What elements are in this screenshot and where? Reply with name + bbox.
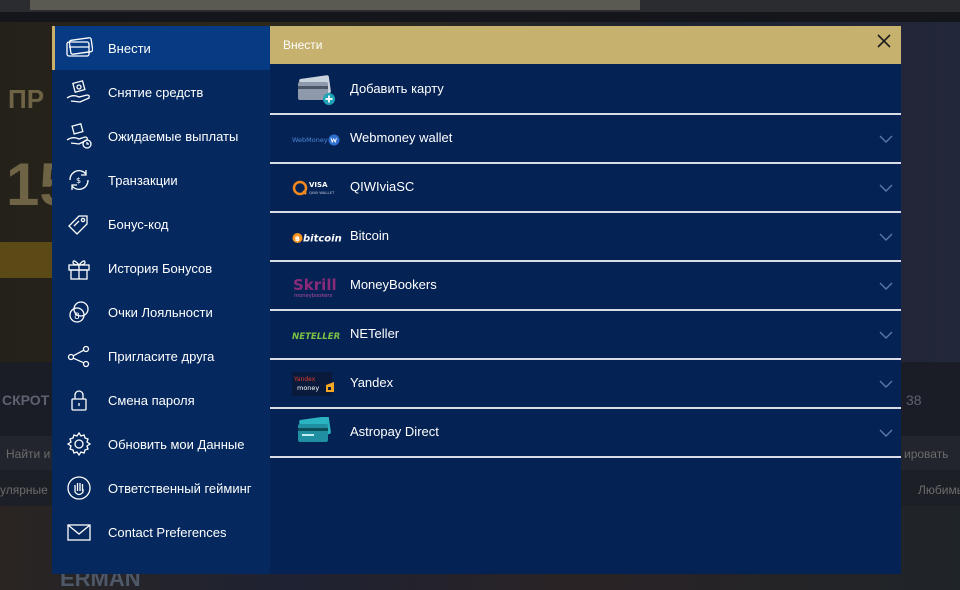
payment-method-yandex[interactable]: Yandex money Yandex bbox=[270, 360, 901, 409]
neteller-logo-text: NETELLER bbox=[292, 332, 340, 342]
envelope-icon bbox=[65, 518, 93, 546]
qiwi-visa-logo: VISA QIWI WALLET bbox=[292, 172, 344, 204]
payment-method-label: Astropay Direct bbox=[350, 424, 439, 439]
payment-method-webmoney[interactable]: WebMoney Webmoney wallet bbox=[270, 115, 901, 164]
background-tab-favorites: Любимы bbox=[918, 483, 960, 497]
sidebar-item-label: Бонус-код bbox=[108, 216, 169, 232]
yandex-money-logo: Yandex money bbox=[292, 368, 344, 400]
sidebar-item-label: История Бонусов bbox=[108, 260, 213, 276]
panel-title: Внести bbox=[283, 38, 323, 52]
bitcoin-logo-text: bitcoin bbox=[303, 234, 342, 245]
gear-icon bbox=[65, 430, 93, 458]
payment-method-label: QIWIviaSC bbox=[350, 179, 415, 194]
chevron-down-icon[interactable] bbox=[879, 135, 893, 143]
hand-clock-icon bbox=[65, 122, 93, 150]
sidebar-item-label: Обновить мои Данные bbox=[108, 436, 245, 452]
bitcoin-logo: ฿ bitcoin bbox=[292, 221, 344, 253]
credit-card-icon bbox=[65, 34, 93, 62]
chevron-down-icon[interactable] bbox=[879, 233, 893, 241]
payment-method-qiwi[interactable]: VISA QIWI WALLET QIWIviaSC bbox=[270, 164, 901, 213]
payment-method-label: Добавить карту bbox=[350, 81, 444, 96]
sidebar-item-label: Пригласите друга bbox=[108, 348, 215, 364]
hand-stop-icon bbox=[65, 474, 93, 502]
payment-method-label: NETeller bbox=[350, 326, 400, 341]
sidebar-item-label: Ответственный гейминг bbox=[108, 480, 252, 496]
chevron-down-icon[interactable] bbox=[879, 380, 893, 388]
sidebar-item-label: Смена пароля bbox=[108, 392, 195, 408]
sidebar-item-bonus-history[interactable]: История Бонусов bbox=[52, 246, 270, 290]
add-card-icon bbox=[292, 74, 344, 106]
sidebar-item-withdraw[interactable]: Снятие средств bbox=[52, 70, 270, 114]
background-top-strip bbox=[30, 0, 640, 10]
neteller-logo: NETELLER bbox=[292, 319, 344, 351]
close-icon[interactable] bbox=[873, 30, 895, 52]
sidebar-item-label: Ожидаемые выплаты bbox=[108, 128, 239, 144]
background-hero-button bbox=[0, 242, 60, 278]
sidebar-item-invite-friend[interactable]: Пригласите друга bbox=[52, 334, 270, 378]
transfer-arrows-icon: $ bbox=[65, 166, 93, 194]
background-sort-text: ировать bbox=[904, 447, 949, 461]
background-band-count: 38 bbox=[906, 392, 922, 408]
svg-text:$: $ bbox=[76, 176, 81, 185]
yandex-money-text: money bbox=[297, 384, 319, 392]
sidebar-item-label: Contact Preferences bbox=[108, 524, 227, 540]
deposit-panel: Внести Добавить карту WebMoney Webmoney … bbox=[270, 26, 901, 574]
moneybookers-logo-text: moneybookers bbox=[294, 293, 333, 299]
chevron-down-icon[interactable] bbox=[879, 331, 893, 339]
sidebar-item-deposit[interactable]: Внести bbox=[52, 26, 270, 70]
webmoney-logo-text: WebMoney bbox=[292, 136, 328, 144]
payment-method-bitcoin[interactable]: ฿ bitcoin Bitcoin bbox=[270, 213, 901, 262]
sidebar-item-loyalty-points[interactable]: 8 Очки Лояльности bbox=[52, 290, 270, 334]
payment-method-label: Webmoney wallet bbox=[350, 130, 453, 145]
payment-method-label: Bitcoin bbox=[350, 228, 390, 243]
chevron-down-icon[interactable] bbox=[879, 429, 893, 437]
yandex-logo-text: Yandex bbox=[293, 376, 316, 383]
chevron-down-icon[interactable] bbox=[879, 282, 893, 290]
skrill-logo: Skrill moneybookers bbox=[292, 270, 344, 302]
cashier-modal: Внести Снятие средств Ожидаемые выплаты … bbox=[52, 26, 901, 574]
panel-header: Внести bbox=[270, 26, 901, 64]
chevron-down-icon[interactable] bbox=[879, 184, 893, 192]
background-search-text: Найти и bbox=[6, 447, 51, 461]
astropay-card-logo bbox=[292, 417, 344, 449]
payment-method-skrill[interactable]: Skrill moneybookers MoneyBookers bbox=[270, 262, 901, 311]
payment-method-label: MoneyBookers bbox=[350, 277, 437, 292]
sidebar-item-change-password[interactable]: Смена пароля bbox=[52, 378, 270, 422]
payment-method-add-card[interactable]: Добавить карту bbox=[270, 66, 901, 115]
sidebar-item-label: Снятие средств bbox=[108, 84, 204, 100]
payment-method-astropay[interactable]: Astropay Direct bbox=[270, 409, 901, 458]
sidebar-item-label: Внести bbox=[108, 40, 151, 56]
gift-icon bbox=[65, 254, 93, 282]
qiwi-visa-text: VISA bbox=[309, 181, 328, 189]
sidebar-item-label: Очки Лояльности bbox=[108, 304, 213, 320]
skrill-logo-text: Skrill bbox=[293, 276, 337, 294]
hand-money-icon bbox=[65, 78, 93, 106]
payment-method-neteller[interactable]: NETELLER NETeller bbox=[270, 311, 901, 360]
svg-text:฿: ฿ bbox=[295, 235, 300, 243]
share-icon bbox=[65, 342, 93, 370]
background-tab-popular: улярные bbox=[0, 483, 48, 497]
sidebar-item-responsible-gaming[interactable]: Ответственный гейминг bbox=[52, 466, 270, 510]
qiwi-wallet-text: QIWI WALLET bbox=[309, 190, 335, 195]
svg-text:8: 8 bbox=[74, 312, 80, 322]
webmoney-logo: WebMoney bbox=[292, 123, 344, 155]
sidebar-item-contact-preferences[interactable]: Contact Preferences bbox=[52, 510, 270, 554]
sidebar-item-label: Транзакции bbox=[108, 172, 178, 188]
payment-method-label: Yandex bbox=[350, 375, 394, 390]
lock-icon bbox=[65, 386, 93, 414]
tag-icon bbox=[65, 210, 93, 238]
coins-icon: 8 bbox=[65, 298, 93, 326]
sidebar-item-transactions[interactable]: $ Транзакции bbox=[52, 158, 270, 202]
cashier-sidebar: Внести Снятие средств Ожидаемые выплаты … bbox=[52, 26, 270, 574]
sidebar-item-bonus-code[interactable]: Бонус-код bbox=[52, 202, 270, 246]
sidebar-item-pending-payouts[interactable]: Ожидаемые выплаты bbox=[52, 114, 270, 158]
sidebar-item-update-details[interactable]: Обновить мои Данные bbox=[52, 422, 270, 466]
background-hero-text: ПР bbox=[8, 84, 45, 114]
background-band-text: СКРОТ bbox=[2, 392, 50, 408]
